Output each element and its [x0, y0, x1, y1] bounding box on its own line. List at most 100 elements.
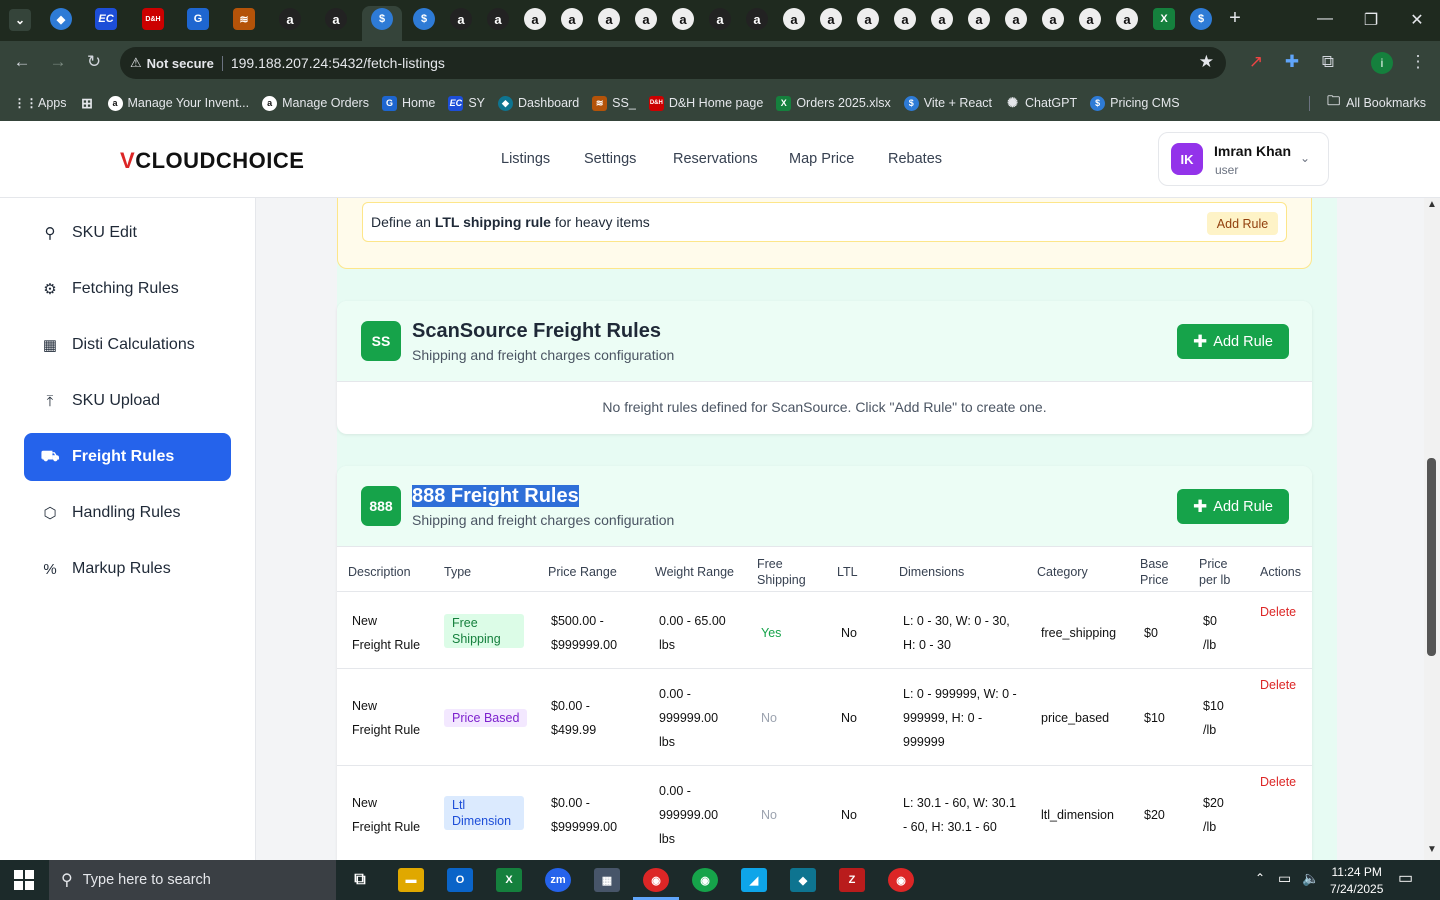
url-text[interactable]: 199.188.207.24:5432/fetch-listings	[231, 55, 445, 71]
chrome-icon[interactable]: ◉	[888, 868, 914, 892]
logo[interactable]: VCLOUDCHOICE	[120, 148, 304, 174]
tab-amazon-icon[interactable]: a	[894, 8, 916, 30]
tab-ec-icon[interactable]: EC	[95, 8, 117, 30]
bookmark-ss[interactable]: ≋ SS_	[592, 95, 636, 111]
sidebar-item-handling-rules[interactable]: ⬡ Handling Rules	[24, 489, 231, 537]
nav-settings[interactable]: Settings	[584, 151, 636, 167]
new-tab-icon[interactable]: +	[1220, 7, 1250, 30]
tab-pricing-icon[interactable]: $	[1190, 8, 1212, 30]
tab-amazon-icon[interactable]: a	[635, 8, 657, 30]
sidebar-item-disti-calculations[interactable]: ▦ Disti Calculations	[24, 321, 231, 369]
all-bookmarks[interactable]: 🗀 All Bookmarks	[1309, 93, 1426, 111]
scrollbar-thumb[interactable]	[1427, 458, 1436, 656]
scroll-down-icon[interactable]: ▼	[1427, 844, 1437, 855]
tab-amazon-icon[interactable]: a	[598, 8, 620, 30]
ltl-add-rule-button[interactable]: Add Rule	[1207, 212, 1278, 235]
tab-pricing-icon[interactable]: $	[413, 8, 435, 30]
notifications-icon[interactable]: ▭	[1398, 868, 1413, 888]
delete-button[interactable]: Delete	[1260, 605, 1296, 619]
nav-listings[interactable]: Listings	[501, 151, 550, 167]
delete-button[interactable]: Delete	[1260, 775, 1296, 789]
reload-icon[interactable]: ↻	[82, 52, 106, 72]
tab-pricing-icon[interactable]: $	[371, 8, 393, 30]
restore-icon[interactable]: ❐	[1356, 10, 1386, 30]
delete-button[interactable]: Delete	[1260, 678, 1296, 692]
tab-amazon-icon[interactable]: a	[1116, 8, 1138, 30]
bookmark-dh-home[interactable]: D&H D&H Home page	[648, 95, 763, 111]
bookmark-chatgpt[interactable]: ✺ ChatGPT	[1005, 95, 1077, 111]
minimize-icon[interactable]: —	[1310, 10, 1340, 28]
bookmark-vite-react[interactable]: $ Vite + React	[903, 95, 992, 111]
tab-amazon-icon[interactable]: a	[487, 8, 509, 30]
bookmark-orders-xlsx[interactable]: X Orders 2025.xlsx	[776, 95, 891, 111]
tab-amazon-icon[interactable]: a	[783, 8, 805, 30]
bookmark-star-icon[interactable]: ★	[1199, 52, 1214, 72]
extension-icon[interactable]: ↗	[1244, 52, 1268, 72]
filezilla-icon[interactable]: Z	[839, 868, 865, 892]
tab-amazon-icon[interactable]: a	[672, 8, 694, 30]
windows-start-icon[interactable]	[14, 870, 34, 890]
tab-amazon-icon[interactable]: a	[709, 8, 731, 30]
app-icon[interactable]: ◢	[741, 868, 767, 892]
tab-amazon-icon[interactable]: a	[561, 8, 583, 30]
calculator-icon[interactable]: ▦	[594, 868, 620, 892]
tab-amazon-icon[interactable]: a	[1042, 8, 1064, 30]
network-icon[interactable]: ▭	[1278, 870, 1291, 887]
nav-map-price[interactable]: Map Price	[789, 151, 854, 167]
tab-icon[interactable]: ◆	[50, 8, 72, 30]
extension-icon[interactable]: ✚	[1280, 52, 1304, 72]
sidebar-item-sku-upload[interactable]: ⤒ SKU Upload	[24, 377, 231, 425]
back-icon[interactable]: ←	[10, 52, 34, 72]
sidebar-item-markup-rules[interactable]: % Markup Rules	[24, 545, 231, 593]
tab-search-menu-icon[interactable]: ⌄	[9, 9, 31, 31]
bookmark-tab-groups[interactable]: ⊞	[80, 95, 95, 111]
tab-amazon-icon[interactable]: a	[1005, 8, 1027, 30]
add-rule-button[interactable]: ✚ Add Rule	[1177, 324, 1289, 359]
tab-dh-icon[interactable]: D&H	[142, 8, 164, 30]
tab-amazon-icon[interactable]: a	[746, 8, 768, 30]
app-icon[interactable]: ◆	[790, 868, 816, 892]
tab-amazon-icon[interactable]: a	[1079, 8, 1101, 30]
tab-amazon-icon[interactable]: a	[820, 8, 842, 30]
outlook-icon[interactable]: O	[447, 868, 473, 892]
tab-g-icon[interactable]: G	[187, 8, 209, 30]
extensions-puzzle-icon[interactable]: ⧉	[1316, 52, 1340, 72]
security-chip[interactable]: Not secure	[147, 55, 223, 71]
chrome-icon[interactable]: ◉	[692, 868, 718, 892]
add-rule-button[interactable]: ✚ Add Rule	[1177, 489, 1289, 524]
sidebar-item-fetching-rules[interactable]: ⚙ Fetching Rules	[24, 265, 231, 313]
tab-amazon-icon[interactable]: a	[325, 8, 347, 30]
tab-amazon-icon[interactable]: a	[450, 8, 472, 30]
tray-chevron-icon[interactable]: ⌃	[1255, 871, 1265, 885]
bookmark-manage-inventory[interactable]: a Manage Your Invent...	[107, 95, 249, 111]
bookmark-dashboard[interactable]: ◆ Dashboard	[498, 95, 579, 111]
clock[interactable]: 11:24 PM 7/24/2025	[1330, 864, 1383, 898]
tab-excel-icon[interactable]: X	[1153, 8, 1175, 30]
tab-amazon-icon[interactable]: a	[279, 8, 301, 30]
nav-rebates[interactable]: Rebates	[888, 151, 942, 167]
forward-icon[interactable]: →	[46, 52, 70, 72]
chrome-icon[interactable]: ◉	[643, 868, 669, 892]
bookmark-manage-orders[interactable]: a Manage Orders	[262, 95, 369, 111]
profile-avatar-icon[interactable]: i	[1371, 52, 1393, 74]
tab-amazon-icon[interactable]: a	[931, 8, 953, 30]
sidebar-item-sku-edit[interactable]: ⚲ SKU Edit	[24, 209, 231, 257]
chevron-down-icon[interactable]: ⌄	[1300, 151, 1310, 165]
volume-icon[interactable]: 🔈	[1302, 870, 1319, 887]
nav-reservations[interactable]: Reservations	[673, 151, 758, 167]
bookmark-apps[interactable]: ⋮⋮ Apps	[14, 96, 67, 111]
bookmark-pricing-cms[interactable]: $ Pricing CMS	[1090, 95, 1180, 111]
address-bar[interactable]: ⚠ Not secure 199.188.207.24:5432/fetch-l…	[120, 47, 1226, 79]
tab-amazon-icon[interactable]: a	[524, 8, 546, 30]
kebab-menu-icon[interactable]: ⋮	[1406, 52, 1430, 72]
taskbar-search[interactable]: ⚲ Type here to search	[49, 860, 336, 900]
bookmark-home[interactable]: G Home	[381, 95, 435, 111]
sidebar-item-freight-rules[interactable]: ⛟ Freight Rules	[24, 433, 231, 481]
excel-icon[interactable]: X	[496, 868, 522, 892]
file-explorer-icon[interactable]: ▬	[398, 868, 424, 892]
tab-amazon-icon[interactable]: a	[857, 8, 879, 30]
scroll-up-icon[interactable]: ▲	[1427, 199, 1437, 210]
tab-stack-icon[interactable]: ≋	[233, 8, 255, 30]
task-view-icon[interactable]: ⧉	[347, 868, 373, 892]
bookmark-sy[interactable]: EC SY	[448, 95, 485, 111]
